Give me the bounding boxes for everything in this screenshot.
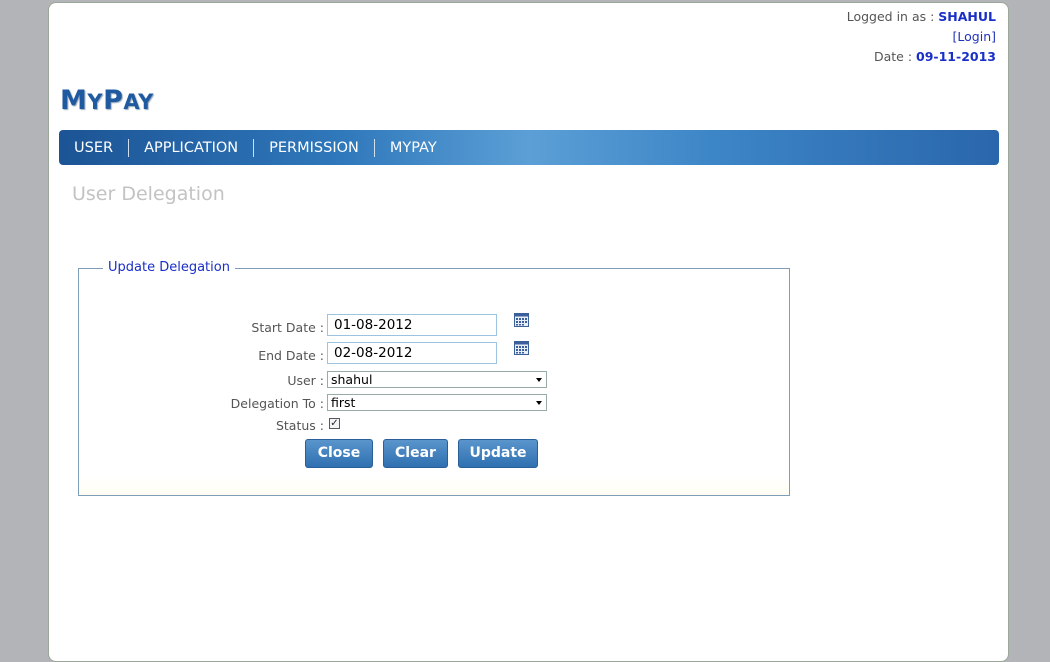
date-line: Date : 09-11-2013 [847,47,996,67]
logo-letter-p: P [103,85,124,116]
date-value: 09-11-2013 [916,49,996,64]
delegation-select[interactable]: first [327,394,547,411]
logo-letter-y: Y [87,90,104,114]
logo-letter-m: M [60,85,88,116]
end-date-calendar-icon[interactable] [514,341,529,355]
close-button[interactable]: Close [305,439,373,468]
user-info: Logged in as : SHAHUL [Login] Date : 09-… [847,7,996,67]
username: SHAHUL [938,9,996,24]
nav-item-user[interactable]: USER [59,139,128,157]
chevron-down-icon [536,378,542,382]
update-button[interactable]: Update [458,439,538,468]
mypay-logo: MYPAY [60,85,154,116]
main-nav: USER APPLICATION PERMISSION MYPAY [59,130,999,165]
chevron-down-icon [536,401,542,405]
nav-item-mypay[interactable]: MYPAY [373,138,452,157]
user-select-value: shahul [331,372,373,387]
nav-item-permission[interactable]: PERMISSION [253,138,374,157]
clear-button[interactable]: Clear [383,439,448,468]
page-title: User Delegation [72,183,225,205]
start-date-label: Start Date : [251,320,324,335]
user-select[interactable]: shahul [327,371,547,388]
login-line: [Login] [847,27,996,47]
fieldset-legend: Update Delegation [103,260,235,275]
delegation-select-value: first [331,395,356,410]
start-date-input[interactable]: 01-08-2012 [327,314,497,336]
logged-in-line: Logged in as : SHAHUL [847,7,996,27]
end-date-label: End Date : [258,348,324,363]
delegation-label: Delegation To : [230,396,324,411]
end-date-input[interactable]: 02-08-2012 [327,342,497,364]
start-date-calendar-icon[interactable] [514,313,529,327]
fieldset-bottom-shade [79,477,789,495]
page-container: Logged in as : SHAHUL [Login] Date : 09-… [48,2,1009,662]
login-link[interactable]: [Login] [953,29,996,44]
status-label: Status : [275,418,324,433]
date-label: Date : [873,49,917,64]
user-label: User : [287,373,324,388]
update-delegation-fieldset: Update Delegation Start Date : 01-08-201… [78,260,790,496]
checkmark-icon: ✓ [330,418,339,429]
status-checkbox[interactable]: ✓ [329,418,340,429]
logged-in-label: Logged in as : [846,9,939,24]
logo-letters-ay: AY [123,90,154,114]
nav-item-application[interactable]: APPLICATION [128,138,253,157]
